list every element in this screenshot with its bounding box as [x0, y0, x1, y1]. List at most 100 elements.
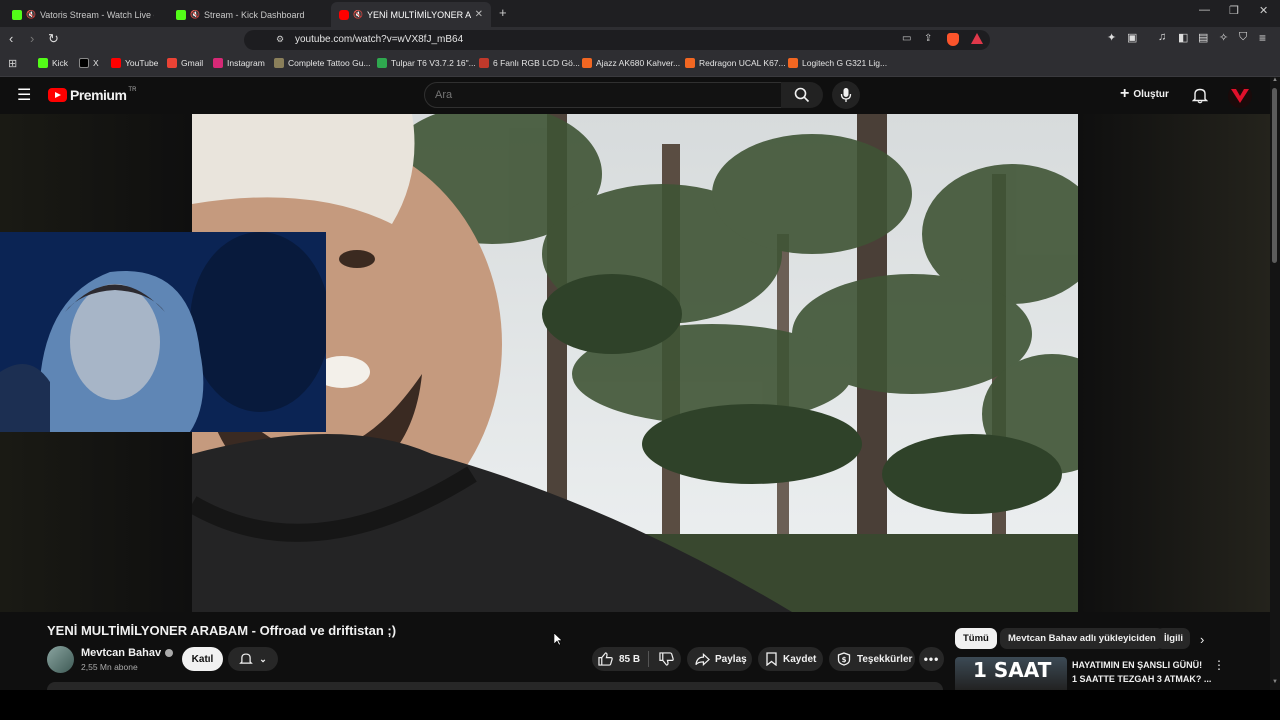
save-button[interactable]: Kaydet — [758, 647, 823, 671]
streamer-webcam-overlay — [0, 232, 326, 432]
hamburger-menu-icon[interactable]: ☰ — [17, 85, 31, 105]
bookmark-gmail[interactable]: Gmail — [167, 58, 203, 68]
youtube-logo-icon — [48, 88, 67, 102]
chevron-down-icon: ⌄ — [259, 653, 267, 664]
youtube-header: ☰ Premium TR + Oluştur — [0, 77, 1270, 114]
wallet-icon[interactable]: ▤ — [1198, 31, 1208, 44]
bookmark-kick[interactable]: Kick — [38, 58, 68, 68]
avatar-logo-icon — [1231, 89, 1249, 103]
subscriber-count: 2,55 Mn abone — [81, 662, 138, 672]
mouse-cursor-icon — [554, 633, 563, 646]
hepsiburada-icon — [685, 58, 695, 68]
bookmarks-bar: ⊞ Kick X YouTube Gmail Instagram Complet… — [0, 53, 1280, 77]
new-tab-icon[interactable]: + — [499, 5, 507, 20]
thumbs-down-icon[interactable] — [659, 652, 674, 666]
more-horizontal-icon: ••• — [923, 652, 940, 666]
brave-rewards-icon[interactable] — [971, 33, 983, 44]
tab-kick-dashboard[interactable]: 🔇 Stream - Kick Dashboard — [168, 2, 328, 27]
kick-icon — [38, 58, 48, 68]
mute-icon[interactable]: 🔇 — [26, 10, 36, 19]
channel-avatar[interactable] — [47, 646, 74, 673]
url-text[interactable]: youtube.com/watch?v=wVX8fJ_mB64 — [295, 34, 463, 45]
mute-icon[interactable]: 🔇 — [353, 10, 363, 19]
create-button[interactable]: + Oluştur — [1120, 85, 1169, 102]
channel-name[interactable]: Mevtcan Bahav — [81, 647, 174, 659]
share-icon[interactable]: ⇪ — [924, 33, 932, 44]
close-tab-icon[interactable]: ✕ — [475, 9, 483, 20]
youtube-premium-logo[interactable]: Premium TR — [48, 87, 136, 103]
forward-icon[interactable]: › — [30, 31, 34, 46]
bookmark-tulpar[interactable]: Tulpar T6 V3.7.2 16"... — [377, 58, 476, 68]
svg-text:$: $ — [842, 656, 847, 664]
voice-search-button[interactable] — [832, 81, 860, 109]
media-icon[interactable]: ♫ — [1158, 31, 1166, 43]
hepsiburada-icon — [582, 58, 592, 68]
menu-icon[interactable]: ≡ — [1259, 31, 1266, 45]
notifications-bell-icon[interactable] — [1192, 87, 1208, 104]
chip-all[interactable]: Tümü — [955, 628, 997, 649]
like-button[interactable]: 85 B — [592, 652, 640, 666]
thanks-button[interactable]: $ Teşekkürler — [829, 647, 915, 671]
bookmark-logitech[interactable]: Logitech G G321 Lig... — [788, 58, 887, 68]
avatar[interactable] — [1228, 84, 1252, 108]
tab-youtube[interactable]: 🔇 YENİ MULTİMİLYONER ARABA ✕ — [331, 2, 491, 27]
bookmark-fan[interactable]: 6 Fanlı RGB LCD Gö... — [479, 58, 580, 68]
more-vertical-icon[interactable]: ⋮ — [1213, 658, 1225, 672]
sidebar-icon[interactable]: ◧ — [1178, 31, 1188, 44]
scrollbar-thumb[interactable] — [1272, 88, 1277, 263]
share-button[interactable]: Paylaş — [687, 647, 752, 671]
scroll-up-icon[interactable]: ▲ — [1272, 77, 1278, 83]
close-window-icon[interactable]: ✕ — [1259, 4, 1268, 17]
cast-icon[interactable]: ▭ — [902, 33, 911, 44]
scroll-down-icon[interactable]: ▼ — [1272, 679, 1278, 685]
tab-search-icon[interactable]: ▣ — [1127, 31, 1137, 44]
x-icon — [79, 58, 89, 68]
brave-shield-icon[interactable] — [947, 33, 959, 46]
share-arrow-icon — [695, 652, 710, 666]
microphone-icon — [840, 88, 852, 102]
chip-related[interactable]: İlgili — [1156, 628, 1190, 649]
bookmark-ajazz[interactable]: Ajazz AK680 Kahver... — [582, 58, 680, 68]
apps-grid-icon[interactable]: ⊞ — [8, 57, 17, 70]
recommended-video[interactable]: 1 SAAT HAYATIMIN EN ŞANSLI GÜNÜ! 1 SAATT… — [955, 657, 1255, 690]
bookmark-instagram[interactable]: Instagram — [213, 58, 265, 68]
description-box[interactable] — [47, 682, 943, 690]
extensions-icon[interactable]: ✦ — [1107, 31, 1116, 44]
webcam-image — [0, 232, 326, 432]
join-button[interactable]: Katıl — [182, 647, 223, 671]
verified-icon — [165, 649, 174, 657]
leo-ai-icon[interactable]: ✧ — [1219, 31, 1228, 44]
minimize-icon[interactable]: — — [1199, 4, 1210, 16]
recommended-title[interactable]: HAYATIMIN EN ŞANSLI GÜNÜ! 1 SAATTE TEZGA… — [1072, 658, 1222, 686]
search-icon — [794, 87, 810, 103]
bookmark-redragon[interactable]: Redragon UCAL K67... — [685, 58, 786, 68]
chip-from-uploader[interactable]: Mevtcan Bahav adlı yükleyiciden — [1000, 628, 1164, 649]
chevron-right-icon[interactable]: › — [1200, 632, 1204, 647]
recommended-thumbnail[interactable]: 1 SAAT — [955, 657, 1067, 690]
super-thanks-icon: $ — [837, 652, 851, 666]
tab-kick-stream[interactable]: 🔇 Vatoris Stream - Watch Live on K — [4, 2, 162, 27]
plus-icon: + — [1120, 85, 1130, 102]
reload-icon[interactable]: ↻ — [48, 31, 59, 47]
back-icon[interactable]: ‹ — [9, 31, 13, 46]
youtube-icon — [111, 58, 121, 68]
video-player[interactable] — [0, 114, 1270, 612]
maximize-icon[interactable]: ❐ — [1229, 4, 1239, 17]
search-input[interactable] — [424, 82, 782, 108]
bookmark-x[interactable]: X — [79, 58, 99, 68]
region-code: TR — [128, 87, 137, 93]
browser-tab-bar: 🔇 Vatoris Stream - Watch Live on K 🔇 Str… — [0, 0, 1280, 27]
bookmark-youtube[interactable]: YouTube — [111, 58, 158, 68]
address-bar[interactable]: ⚙ youtube.com/watch?v=wVX8fJ_mB64 ▭ ⇪ — [244, 30, 990, 50]
more-actions-button[interactable]: ••• — [919, 647, 944, 671]
thumbs-up-icon — [598, 652, 613, 666]
site-info-icon[interactable]: ⚙ — [276, 34, 284, 45]
shop-icon — [479, 58, 489, 68]
mute-icon[interactable]: 🔇 — [190, 10, 200, 19]
search-button[interactable] — [781, 82, 823, 108]
vpn-icon[interactable]: ⛉ — [1239, 31, 1247, 44]
instagram-icon — [213, 58, 223, 68]
bookmark-tattoo[interactable]: Complete Tattoo Gu... — [274, 58, 371, 68]
tab-label: Stream - Kick Dashboard — [203, 9, 305, 20]
subscribe-notification-button[interactable]: ⌄ — [228, 647, 278, 671]
